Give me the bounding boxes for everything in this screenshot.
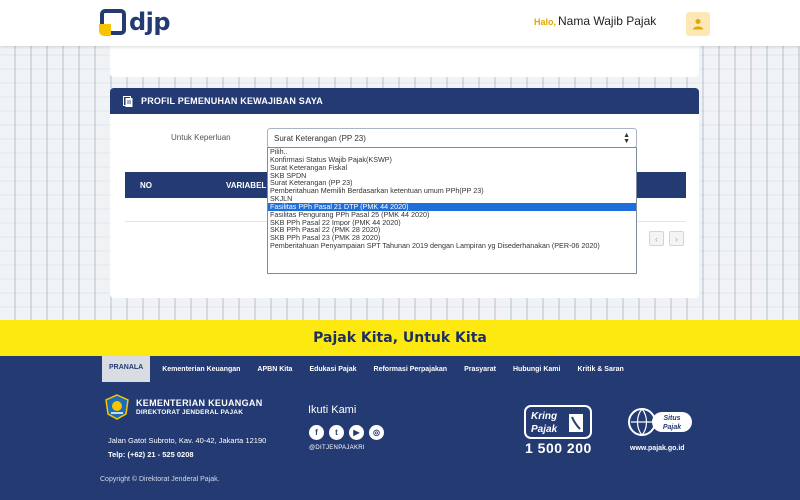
dropdown-option[interactable]: SKB PPh Pasal 22 (PMK 28 2020) xyxy=(268,226,636,234)
dropdown-option[interactable]: Pemberitahuan Memilih Berdasarkan ketent… xyxy=(268,187,636,195)
dropdown-option[interactable]: Konfirmasi Status Wajib Pajak(KSWP) xyxy=(268,156,636,164)
org-subname: DIREKTORAT JENDERAL PAJAK xyxy=(136,409,244,416)
chevron-right-icon: › xyxy=(675,233,678,244)
next-page-button[interactable]: › xyxy=(669,231,684,246)
greeting-label: Halo, xyxy=(534,17,557,27)
dropdown-option[interactable]: Pilih.. xyxy=(268,148,636,156)
instagram-icon[interactable]: ◎ xyxy=(369,425,384,440)
follow-title: Ikuti Kami xyxy=(308,404,357,416)
kemenkeu-emblem-icon xyxy=(105,394,129,420)
panel-title: PROFIL PEMENUHAN KEWAJIBAN SAYA xyxy=(141,96,323,106)
dropdown-option[interactable]: Surat Keterangan Fiskal xyxy=(268,164,636,172)
dropdown-option[interactable]: SKB SPDN xyxy=(268,172,636,180)
user-menu-button[interactable] xyxy=(686,12,710,36)
dropdown-option[interactable]: Pemberitahuan Penyampaian SPT Tahunan 20… xyxy=(268,242,636,250)
youtube-icon[interactable]: ▶ xyxy=(349,425,364,440)
document-icon xyxy=(123,95,133,107)
kring-number: 1 500 200 xyxy=(525,440,592,456)
nav-reformasi-perpajakan[interactable]: Reformasi Perpajakan xyxy=(374,366,448,373)
slogan-banner: Pajak Kita, Untuk Kita xyxy=(0,320,800,356)
kring-line1: Kring xyxy=(531,411,557,422)
kemenkeu-logo[interactable]: KEMENTERIAN KEUANGAN DIREKTORAT JENDERAL… xyxy=(104,394,263,420)
nav-prasyarat[interactable]: Prasyarat xyxy=(464,366,496,373)
purpose-select[interactable]: Surat Keterangan (PP 23) ▲ ▼ xyxy=(267,128,637,148)
column-no: NO xyxy=(140,181,152,190)
twitter-icon[interactable]: t xyxy=(329,425,344,440)
org-name: KEMENTERIAN KEUANGAN xyxy=(136,398,263,408)
copyright-text: Copyright © Direktorat Jenderal Pajak. xyxy=(100,476,220,483)
office-phone: Telp: (+62) 21 - 525 0208 xyxy=(108,450,194,459)
user-icon xyxy=(693,19,703,30)
column-variabel: VARIABEL xyxy=(226,181,267,190)
footer-nav: PRANALA Kementerian Keuangan APBN Kita E… xyxy=(102,356,641,382)
select-value: Surat Keterangan (PP 23) xyxy=(274,134,366,143)
dropdown-option[interactable]: Fasilitas Pengurang PPh Pasal 25 (PMK 44… xyxy=(268,211,636,219)
nav-kritik-saran[interactable]: Kritik & Saran xyxy=(577,366,623,373)
purpose-dropdown-list[interactable]: Pilih.. Konfirmasi Status Wajib Pajak(KS… xyxy=(267,147,637,274)
logo-text: djp xyxy=(129,8,171,36)
nav-pranala[interactable]: PRANALA xyxy=(102,356,151,382)
user-name[interactable]: Nama Wajib Pajak xyxy=(558,14,656,28)
nav-kementerian-keuangan[interactable]: Kementerian Keuangan xyxy=(162,366,240,373)
prev-page-button[interactable]: ‹ xyxy=(649,231,664,246)
globe-icon xyxy=(631,408,653,436)
nav-hubungi-kami[interactable]: Hubungi Kami xyxy=(513,366,560,373)
logo-mark-icon xyxy=(99,9,126,36)
slogan-text: Pajak Kita, Untuk Kita xyxy=(313,330,487,346)
situs-url[interactable]: www.pajak.go.id xyxy=(630,445,685,452)
dropdown-option[interactable]: SKJLN xyxy=(268,195,636,203)
nav-apbn-kita[interactable]: APBN Kita xyxy=(257,366,292,373)
situs-line2: Pajak xyxy=(663,424,682,431)
compliance-profile-panel: PROFIL PEMENUHAN KEWAJIBAN SAYA Untuk Ke… xyxy=(110,88,699,298)
situs-line1: Situs xyxy=(663,415,680,422)
situs-pajak-logo[interactable]: Situs Pajak xyxy=(626,406,694,438)
dropdown-option[interactable]: Surat Keterangan (PP 23) xyxy=(268,179,636,187)
select-arrows-icon: ▲ ▼ xyxy=(623,132,630,145)
upper-card xyxy=(110,46,699,77)
social-links: f t ▶ ◎ xyxy=(309,425,389,440)
djp-logo[interactable]: djp xyxy=(99,8,171,36)
chevron-left-icon: ‹ xyxy=(655,233,658,244)
dropdown-option[interactable]: SKB PPh Pasal 22 Impor (PMK 44 2020) xyxy=(268,219,636,227)
kring-line2: Pajak xyxy=(531,424,558,435)
purpose-label: Untuk Keperluan xyxy=(171,133,231,142)
site-footer: PRANALA Kementerian Keuangan APBN Kita E… xyxy=(0,356,800,500)
office-address: Jalan Gatot Subroto, Kav. 40-42, Jakarta… xyxy=(108,436,267,445)
facebook-icon[interactable]: f xyxy=(309,425,324,440)
panel-header: PROFIL PEMENUHAN KEWAJIBAN SAYA xyxy=(110,88,699,114)
kring-pajak-logo[interactable]: Kring Pajak xyxy=(523,404,593,440)
dropdown-option[interactable]: SKB PPh Pasal 23 (PMK 28 2020) xyxy=(268,234,636,242)
dropdown-option-highlighted[interactable]: Fasilitas PPh Pasal 21 DTP (PMK 44 2020) xyxy=(268,202,636,211)
nav-edukasi-pajak[interactable]: Edukasi Pajak xyxy=(309,366,356,373)
top-header: djp Halo, Nama Wajib Pajak xyxy=(0,0,800,46)
social-handle: @DITJENPAJAKRI xyxy=(309,445,365,451)
